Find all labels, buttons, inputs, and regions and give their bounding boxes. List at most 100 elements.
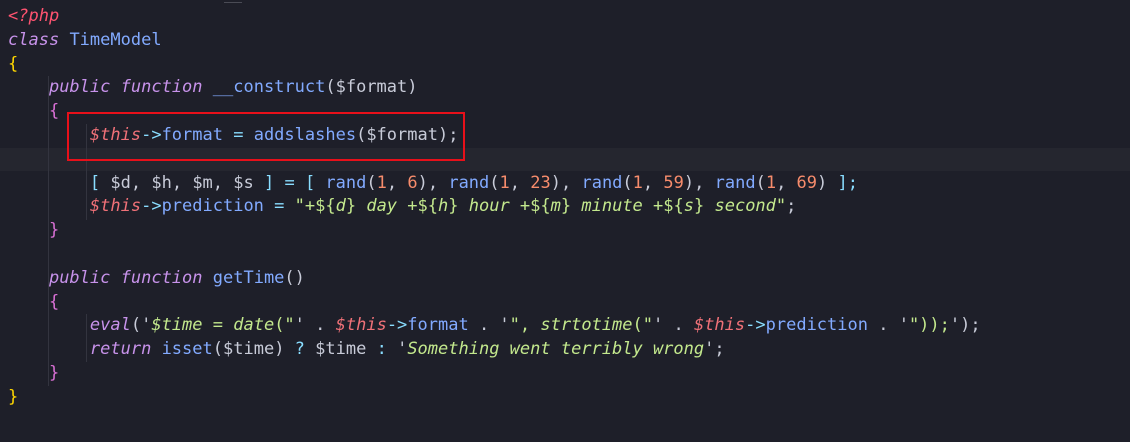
code-token: $s bbox=[233, 172, 254, 193]
code-token: m bbox=[550, 196, 561, 217]
code-token: { bbox=[48, 101, 60, 122]
code-line[interactable]: [ $d, $h, $m, $s ] = [ rand(1, 6), rand(… bbox=[8, 171, 858, 195]
code-token: getTime bbox=[212, 267, 285, 288]
code-token: ' bbox=[386, 339, 408, 360]
code-token: return bbox=[89, 339, 152, 360]
code-token: '); bbox=[949, 315, 981, 336]
code-token: ", bbox=[509, 315, 541, 336]
code-token: 1 bbox=[632, 172, 643, 193]
code-token: 1 bbox=[376, 172, 387, 193]
code-token: rand bbox=[448, 172, 490, 193]
code-token: day bbox=[366, 196, 398, 217]
code-token: +${ bbox=[397, 196, 438, 217]
code-line[interactable]: public function getTime() bbox=[8, 266, 305, 290]
code-token: +${ bbox=[642, 196, 684, 217]
code-token: -> bbox=[141, 196, 162, 217]
code-line[interactable]: { bbox=[8, 290, 59, 314]
annotation-box bbox=[67, 112, 465, 161]
code-token: ]; bbox=[827, 172, 858, 193]
code-token: . ' bbox=[867, 315, 909, 336]
code-line[interactable]: $this->prediction = "+${d} day +${h} hou… bbox=[8, 194, 797, 218]
code-token: 23 bbox=[530, 172, 551, 193]
code-token: = bbox=[263, 196, 295, 217]
code-token: ), bbox=[417, 172, 449, 193]
code-token: +${ bbox=[509, 196, 551, 217]
code-token: public bbox=[48, 267, 111, 288]
code-token: ( bbox=[622, 172, 633, 193]
code-token: s bbox=[683, 196, 694, 217]
code-line[interactable]: public function __construct($format) bbox=[8, 75, 418, 99]
code-token: <?php bbox=[8, 6, 60, 26]
code-token: { bbox=[8, 53, 19, 74]
code-token: rand bbox=[714, 172, 756, 193]
code-token: format bbox=[407, 315, 469, 336]
code-line[interactable]: return isset($time) ? $time : 'Something… bbox=[8, 337, 725, 361]
code-token: , bbox=[130, 172, 152, 193]
code-token: ? bbox=[294, 339, 305, 360]
code-token: } bbox=[48, 220, 60, 241]
code-token: $this bbox=[335, 315, 387, 336]
code-line[interactable]: { bbox=[8, 52, 18, 76]
code-token: { bbox=[48, 291, 60, 312]
code-token: ] = [ bbox=[253, 172, 326, 193]
code-token: rand bbox=[581, 172, 623, 193]
code-line[interactable]: class TimeModel bbox=[8, 28, 162, 52]
code-token: $time bbox=[304, 339, 377, 360]
code-token: ( bbox=[325, 77, 336, 98]
code-token: . ' bbox=[468, 315, 510, 336]
code-token: " bbox=[775, 196, 787, 217]
code-token: , bbox=[776, 172, 797, 193]
code-line[interactable]: <?php bbox=[8, 4, 59, 28]
code-token: ), bbox=[550, 172, 582, 193]
code-token: , bbox=[171, 172, 193, 193]
code-token: '; bbox=[704, 339, 725, 360]
code-token: , bbox=[509, 172, 531, 193]
code-line[interactable]: { bbox=[8, 99, 59, 123]
code-line[interactable]: eval('$time = date("' . $this->format . … bbox=[8, 313, 981, 337]
code-token: 69 bbox=[796, 172, 818, 193]
code-token: } bbox=[448, 196, 469, 217]
code-token: , bbox=[212, 172, 234, 193]
code-token: ' . bbox=[653, 315, 694, 336]
code-token: hour bbox=[468, 196, 510, 217]
code-token: TimeModel bbox=[69, 29, 162, 50]
code-token: ")); bbox=[908, 315, 950, 336]
code-line[interactable]: } bbox=[8, 361, 59, 385]
code-line[interactable]: } bbox=[8, 385, 18, 409]
code-token: ( bbox=[366, 172, 377, 193]
code-token: class bbox=[8, 29, 60, 50]
code-token: $h bbox=[151, 172, 172, 193]
code-token: minute bbox=[581, 196, 643, 217]
code-token: (' bbox=[130, 315, 152, 336]
code-token: : bbox=[376, 339, 387, 360]
code-token: function bbox=[120, 267, 203, 288]
code-token: ), bbox=[683, 172, 715, 193]
code-line[interactable]: } bbox=[8, 218, 59, 242]
code-token: $time bbox=[223, 339, 275, 360]
code-token: , bbox=[386, 172, 408, 193]
code-token: h bbox=[438, 196, 449, 217]
code-token: [ bbox=[89, 172, 111, 193]
code-token: 1 bbox=[499, 172, 510, 193]
code-token: , bbox=[642, 172, 664, 193]
code-token: d bbox=[335, 196, 346, 217]
code-token: (" bbox=[274, 315, 295, 336]
code-token: __construct bbox=[212, 77, 326, 98]
code-token: second bbox=[714, 196, 776, 217]
code-token: } bbox=[560, 196, 582, 217]
code-editor[interactable]: <?php class TimeModel{ public function __… bbox=[0, 0, 1130, 442]
code-token: date bbox=[233, 315, 275, 336]
code-token: $m bbox=[192, 172, 213, 193]
code-token: public bbox=[48, 77, 111, 98]
code-token: -> bbox=[386, 315, 408, 336]
